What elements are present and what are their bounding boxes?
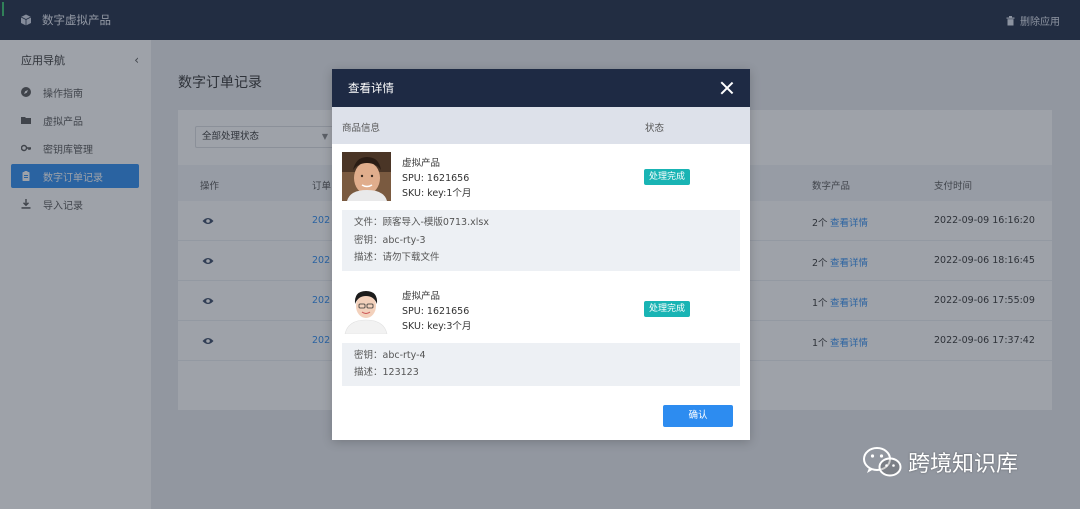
product-avatar: [342, 152, 391, 201]
close-icon[interactable]: [720, 81, 734, 95]
product-info: 虚拟产品 SPU: 1621656 SKU: key:3个月: [402, 289, 471, 334]
status-badge: 处理完成: [644, 169, 691, 185]
product-info: 虚拟产品 SPU: 1621656 SKU: key:1个月: [402, 156, 471, 201]
detail-key: 密钥：abc-rty-3: [354, 234, 426, 246]
watermark-text: 跨境知识库: [908, 452, 1019, 477]
detail-key: 密钥：abc-rty-4: [354, 349, 426, 361]
modal-table-header: 商品信息 状态: [332, 107, 750, 144]
detail-file: 文件：顾客导入-模版0713.xlsx: [354, 217, 489, 228]
status-badge: 处理完成: [644, 300, 691, 317]
product-spu: SPU: 1621656: [402, 173, 470, 184]
column-header-product-info: 商品信息: [342, 123, 381, 134]
detail-description: 描述：请勿下载文件: [354, 252, 440, 263]
column-header-status: 状态: [645, 123, 665, 134]
modal-title: 查看详情: [348, 81, 394, 95]
product-sku: SKU: key:3个月: [402, 320, 472, 332]
product-details: 文件：顾客导入-模版0713.xlsx 密钥：abc-rty-3 描述：请勿下载…: [342, 210, 740, 271]
modal-header: 查看详情: [332, 69, 750, 107]
wechat-icon: [863, 447, 902, 477]
product-item: 虚拟产品 SPU: 1621656 SKU: key:1个月 处理完成: [332, 144, 750, 210]
product-item: 虚拟产品 SPU: 1621656 SKU: key:3个月 处理完成: [332, 277, 750, 343]
product-sku: SKU: key:1个月: [402, 188, 472, 199]
confirm-button[interactable]: 确认: [663, 405, 733, 427]
product-spu: SPU: 1621656: [402, 305, 470, 317]
details-modal: 查看详情 商品信息 状态 虚拟产品 SPU: 1621656 SKU: key:…: [332, 69, 750, 440]
product-name: 虚拟产品: [402, 158, 441, 169]
product-details: 密钥：abc-rty-4 描述：123123: [342, 342, 740, 386]
product-avatar: [342, 284, 391, 334]
watermark: 跨境知识库: [862, 446, 1018, 478]
product-name: 虚拟产品: [402, 290, 441, 302]
detail-description: 描述：123123: [354, 367, 419, 378]
